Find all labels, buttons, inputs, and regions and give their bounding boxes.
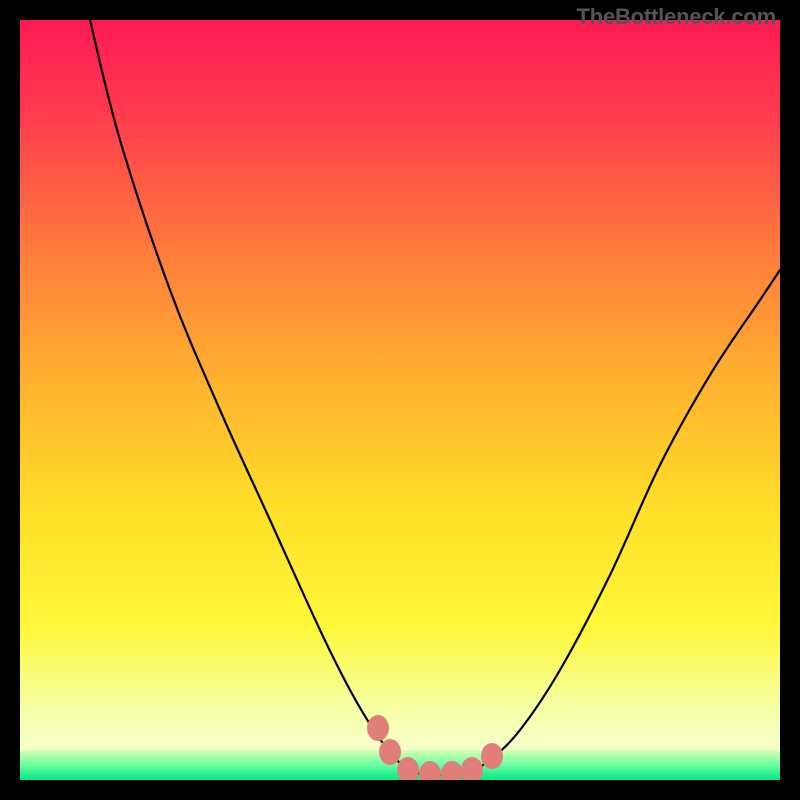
data-marker [379, 739, 401, 765]
gradient-background [20, 20, 780, 780]
data-marker [367, 715, 389, 741]
chart-svg [20, 20, 780, 780]
chart-frame: { "watermark": "TheBottleneck.com", "cha… [0, 0, 800, 800]
data-marker [481, 743, 503, 769]
plot-area [20, 20, 780, 780]
